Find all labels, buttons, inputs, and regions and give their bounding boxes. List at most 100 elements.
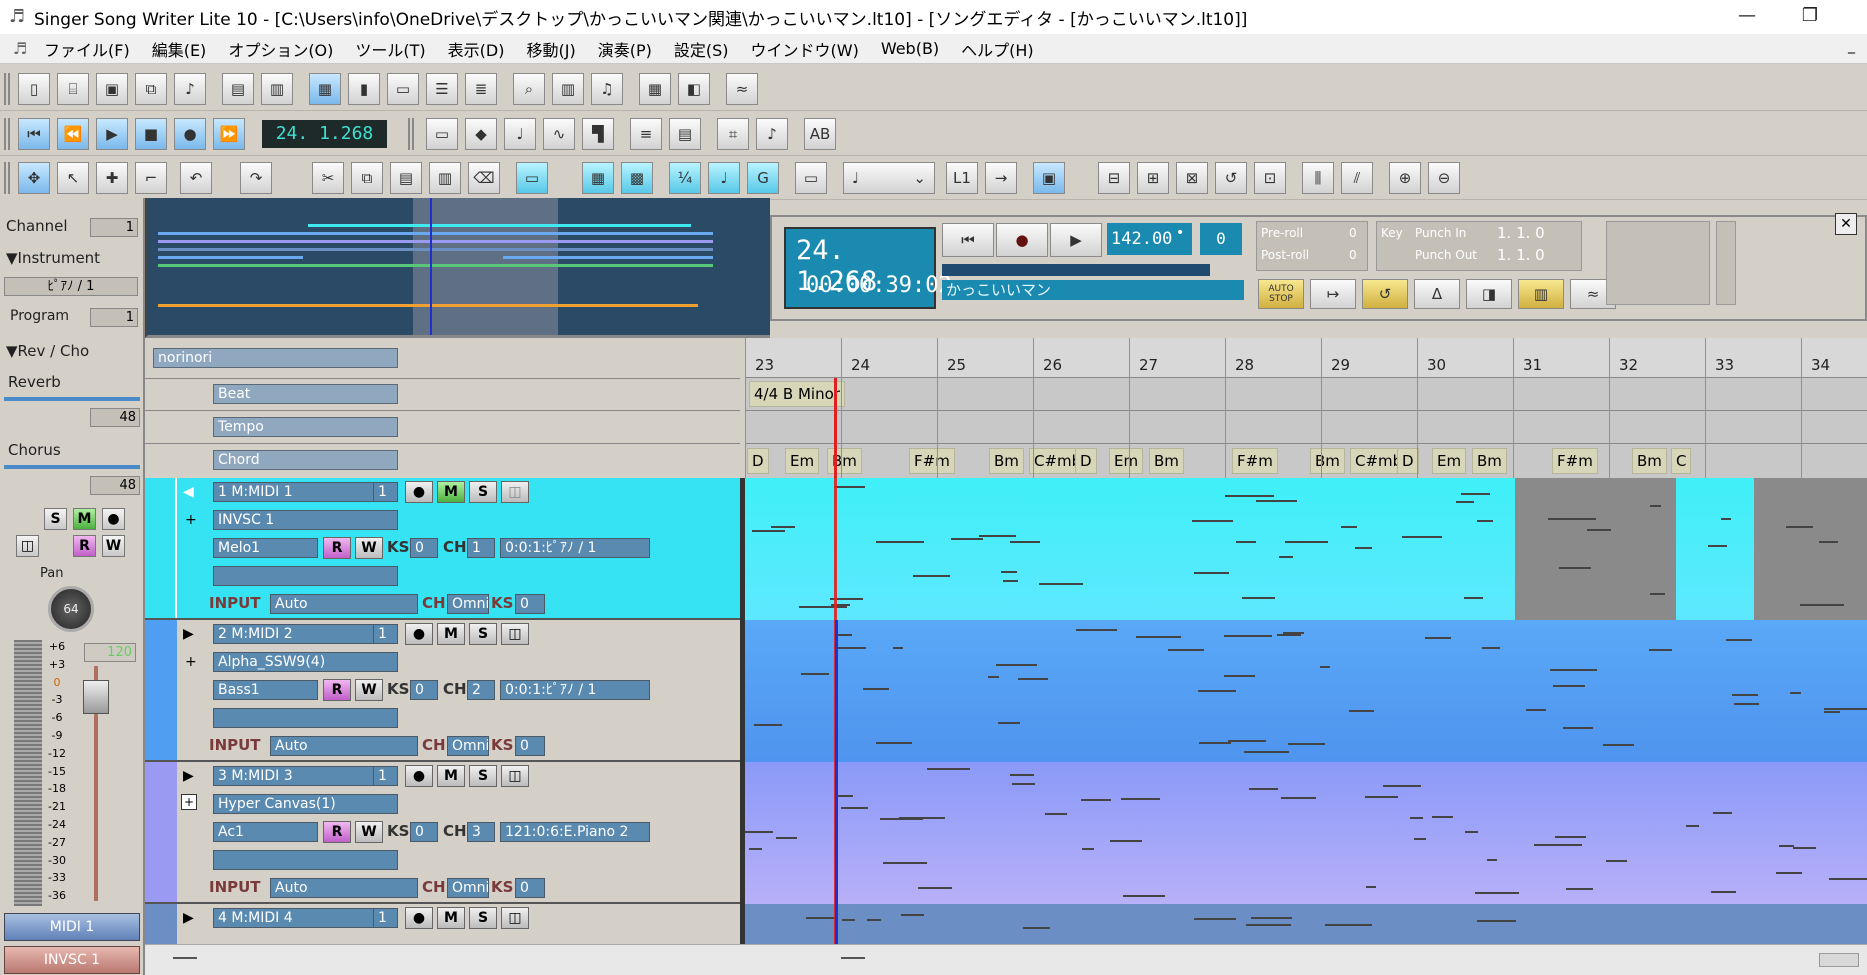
tempo-row-label[interactable]: Tempo <box>213 417 398 437</box>
midi-note[interactable] <box>1288 743 1325 745</box>
rewind-icon[interactable]: ⏪ <box>57 118 89 150</box>
track-monitor-icon[interactable]: ◫ <box>501 623 529 645</box>
chord-event[interactable]: D <box>747 448 769 474</box>
midi-note[interactable] <box>1734 703 1759 705</box>
layout-icon[interactable]: ▭ <box>795 162 827 194</box>
track-view-icon[interactable]: ▭ <box>387 73 419 105</box>
midi-note[interactable] <box>1224 675 1255 677</box>
track-name[interactable]: 1 M:MIDI 1 <box>213 482 388 502</box>
midi-note[interactable] <box>1713 812 1732 814</box>
wave-icon[interactable]: ∿ <box>543 118 575 150</box>
midi-note[interactable] <box>1010 774 1034 776</box>
midi-note[interactable] <box>837 647 866 649</box>
midi-note[interactable] <box>801 673 829 675</box>
score-icon[interactable]: ≡ <box>630 118 662 150</box>
merge-icon[interactable]: ⊞ <box>1137 162 1169 194</box>
chord-event[interactable]: D <box>1397 448 1419 474</box>
save-as-icon[interactable]: ⧉ <box>135 73 167 105</box>
track-mute-button[interactable]: M <box>437 765 465 787</box>
chord-event[interactable]: F#m <box>1232 448 1278 474</box>
track-read-button[interactable]: R <box>323 679 351 701</box>
song-overview[interactable] <box>145 198 770 338</box>
menu-window[interactable]: ウインドウ(W) <box>751 37 859 61</box>
play-icon[interactable]: ▶ <box>1050 223 1102 257</box>
split-icon[interactable]: ⊟ <box>1098 162 1130 194</box>
loop-icon[interactable]: ↺ <box>1362 279 1408 309</box>
zoom-slider[interactable] <box>1819 953 1859 967</box>
midi-note[interactable] <box>1082 848 1094 850</box>
punch-icon[interactable]: ◨ <box>1466 279 1512 309</box>
track-record-button[interactable]: ● <box>405 765 433 787</box>
track-input-ch[interactable]: Omni <box>447 594 489 614</box>
menu-options[interactable]: オプション(O) <box>228 37 333 61</box>
metronome-icon[interactable]: Δ <box>1414 279 1460 309</box>
midi-note[interactable] <box>1136 636 1181 638</box>
midi-note[interactable] <box>1225 495 1274 497</box>
punch-in-value[interactable]: 1. 1. 0 <box>1497 224 1545 242</box>
piano-roll-icon[interactable]: ▤ <box>669 118 701 150</box>
track-2[interactable]: ▶ + 2 M:MIDI 2 1 ● M S ◫ Alpha_SSW9(4) B… <box>145 620 740 762</box>
menu-edit[interactable]: 編集(E) <box>152 37 207 61</box>
midi-note[interactable] <box>1487 859 1497 861</box>
midi-note[interactable] <box>1018 678 1048 680</box>
midi-note[interactable] <box>834 486 865 488</box>
track-solo-button[interactable]: S <box>469 623 497 645</box>
chorus-value[interactable]: 48 <box>90 476 140 495</box>
midi-note[interactable] <box>1650 593 1665 595</box>
track-program[interactable]: 121:0:6:E.Piano 2 <box>500 822 650 842</box>
midi-note[interactable] <box>1650 505 1661 507</box>
midi-note[interactable] <box>1249 788 1278 790</box>
monitor-icon[interactable]: ◫ <box>16 535 39 557</box>
midi-note[interactable] <box>1414 838 1426 840</box>
lane-track-1[interactable] <box>745 478 1867 620</box>
read-button[interactable]: R <box>73 535 96 557</box>
midi-note[interactable] <box>1081 799 1111 801</box>
chord-event[interactable]: Em <box>1432 448 1467 474</box>
midi-note[interactable] <box>1824 708 1867 710</box>
chord-event[interactable]: D <box>1075 448 1097 474</box>
track-channel[interactable]: 1 <box>467 538 495 558</box>
track-mute-button[interactable]: M <box>437 907 465 929</box>
midi-note[interactable] <box>771 526 795 528</box>
midi-note[interactable] <box>1010 541 1040 543</box>
track-instrument[interactable]: Ac1 <box>213 822 318 842</box>
track-channel[interactable]: 3 <box>467 822 495 842</box>
midi-note[interactable] <box>1726 639 1752 641</box>
open-folder-icon[interactable]: ⌸ <box>57 73 89 105</box>
midi-note[interactable] <box>1194 572 1229 574</box>
new-file-icon[interactable]: ▯ <box>18 73 50 105</box>
chorus-slider[interactable] <box>4 465 140 469</box>
pencil-add-icon[interactable]: ✚ <box>96 162 128 194</box>
play-icon[interactable]: ▶ <box>96 118 128 150</box>
drum-icon[interactable]: ⌗ <box>717 118 749 150</box>
song-editor-grid[interactable]: 23 24 25 26 27 28 29 30 31 32 33 34 4/4 … <box>745 338 1867 975</box>
track-empty-field[interactable] <box>213 708 398 728</box>
track-port[interactable]: 1 <box>373 624 398 644</box>
midi-note[interactable] <box>841 807 868 809</box>
midi-note[interactable] <box>876 541 924 543</box>
transpose-display[interactable]: 0 <box>1200 223 1242 255</box>
midi-note[interactable] <box>1465 831 1478 833</box>
mdi-document-icon[interactable]: ♬ <box>8 37 32 61</box>
midi-note[interactable] <box>1242 597 1275 599</box>
track-solo-button[interactable]: S <box>469 907 497 929</box>
midi-note[interactable] <box>899 817 945 819</box>
midi-note[interactable] <box>776 837 797 839</box>
track-4[interactable]: ▶ 4 M:MIDI 4 1 ● M S ◫ <box>145 904 740 944</box>
chord-event[interactable]: Em <box>1109 448 1144 474</box>
track-input[interactable]: Auto <box>270 878 418 898</box>
chord-event[interactable]: Bm <box>1310 448 1345 474</box>
arrange-icon[interactable]: ⊠ <box>1176 162 1208 194</box>
track-input-ch[interactable]: Omni <box>447 878 489 898</box>
midi-note[interactable] <box>1244 751 1289 753</box>
track-expand-icon[interactable]: ▶ <box>183 768 194 784</box>
menu-file[interactable]: ファイル(F) <box>44 37 130 61</box>
midi-note[interactable] <box>1708 545 1727 547</box>
midi-note[interactable] <box>1003 580 1018 582</box>
chord-row-label[interactable]: Chord <box>213 450 398 470</box>
midi-note[interactable] <box>1477 920 1516 922</box>
keyboard-icon[interactable]: ▥ <box>1518 279 1564 309</box>
midi-note[interactable] <box>1277 634 1301 636</box>
track-monitor-icon[interactable]: ◫ <box>501 765 529 787</box>
reverb-slider[interactable] <box>4 397 140 401</box>
